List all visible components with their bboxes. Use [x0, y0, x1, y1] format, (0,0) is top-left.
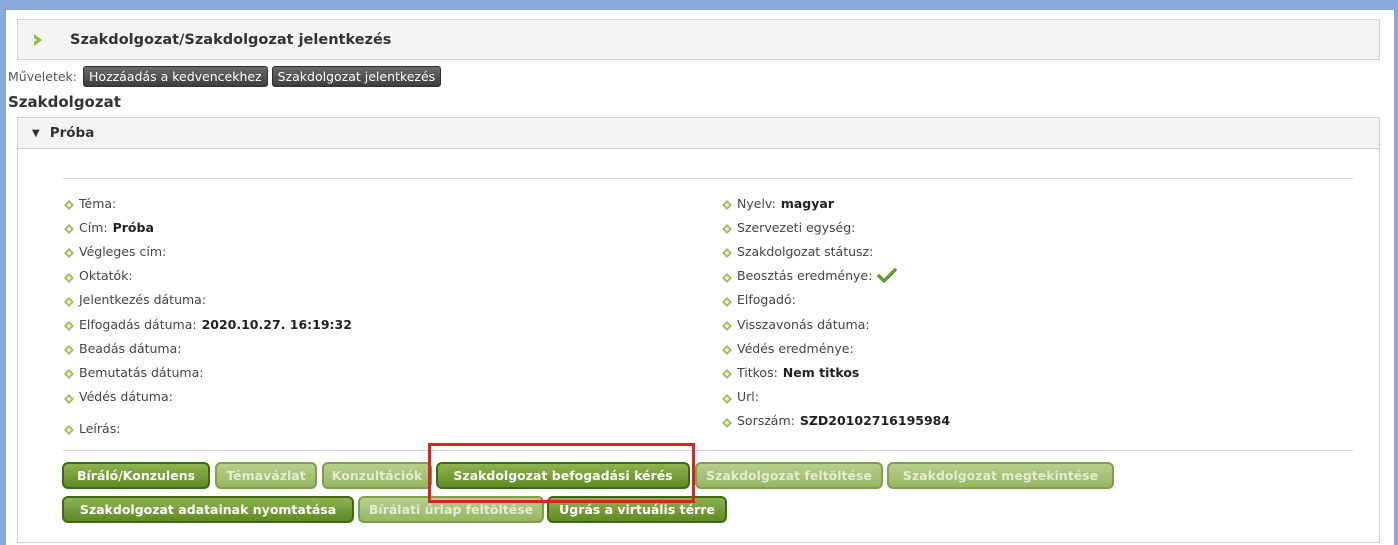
field-statusz: Szakdolgozat státusz:	[722, 239, 950, 263]
field-label: Elfogadás dátuma:	[79, 316, 197, 332]
field-label: Oktatók:	[79, 268, 133, 284]
field-beosztas-eredmenye: Beosztás eredménye:	[722, 264, 950, 288]
field-sorszam: Sorszám: SZD20102716195984	[722, 409, 950, 433]
right-field-list: Nyelv: magyar Szervezeti egység: Szakdolg…	[722, 191, 950, 433]
field-label: Elfogadó:	[737, 292, 796, 308]
divider	[63, 178, 1353, 179]
window-frame-left	[0, 0, 6, 545]
field-label: Cím:	[79, 219, 108, 235]
diamond-bullet-icon	[722, 271, 732, 283]
section-title: Szakdolgozat	[8, 93, 121, 111]
thesis-application-button[interactable]: Szakdolgozat jelentkezés	[271, 65, 442, 87]
print-thesis-data-button[interactable]: Szakdolgozat adatainak nyomtatása	[62, 496, 354, 523]
window-frame-right	[1394, 0, 1398, 545]
field-label: Védés dátuma:	[79, 389, 173, 405]
diamond-bullet-icon	[722, 319, 732, 332]
actions-toolbar: Műveletek: Hozzáadás a kedvencekhez Szak…	[8, 64, 445, 88]
window-frame-top	[0, 0, 1398, 10]
field-value: magyar	[780, 195, 834, 211]
field-elfogadas-datuma: Elfogadás dátuma: 2020.10.27. 16:19:32	[64, 312, 352, 336]
checkmark-icon	[877, 267, 898, 284]
field-label: Nyelv:	[737, 195, 776, 211]
field-szervezeti-egyseg: Szervezeti egység:	[722, 215, 950, 239]
field-elfogado: Elfogadó:	[722, 288, 950, 312]
panel-title: Próba	[49, 125, 95, 141]
diamond-bullet-icon	[64, 222, 74, 235]
field-value: 2020.10.27. 16:19:32	[201, 316, 352, 332]
diamond-bullet-icon	[722, 198, 732, 211]
highlight-annotation-box	[428, 443, 695, 503]
page-header: Szakdolgozat/Szakdolgozat jelentkezés	[17, 19, 1380, 60]
field-label: Titkos:	[737, 364, 778, 380]
field-label: Védés eredménye:	[737, 340, 854, 356]
field-vedes-eredmenye: Védés eredménye:	[722, 336, 950, 360]
field-visszavonas-datuma: Visszavonás dátuma:	[722, 312, 950, 336]
diamond-bullet-icon	[64, 392, 74, 404]
field-bemutatas-datuma: Bemutatás dátuma:	[64, 360, 352, 384]
diamond-bullet-icon	[64, 319, 74, 332]
field-url: Url:	[722, 385, 950, 409]
field-value: SZD20102716195984	[799, 413, 951, 429]
actions-label: Műveletek:	[8, 68, 78, 84]
reviewer-consultant-button[interactable]: Bíráló/Konzulens	[62, 462, 210, 489]
field-value: Próba	[112, 219, 154, 235]
diamond-bullet-icon	[64, 295, 74, 307]
topic-outline-button[interactable]: Témavázlat	[215, 462, 317, 489]
diamond-bullet-icon	[64, 246, 74, 259]
diamond-bullet-icon	[64, 423, 74, 436]
field-label: Szakdolgozat státusz:	[737, 243, 874, 259]
field-label: Bemutatás dátuma:	[79, 364, 204, 380]
field-tema: Téma:	[64, 191, 352, 215]
field-vegleges-cim: Végleges cím:	[64, 239, 352, 263]
field-label: Téma:	[79, 195, 117, 211]
consultations-button[interactable]: Konzultációk	[322, 462, 432, 489]
thesis-upload-button[interactable]: Szakdolgozat feltöltése	[695, 462, 883, 489]
field-label: Beosztás eredménye:	[737, 268, 873, 284]
field-label: Beadás dátuma:	[79, 340, 182, 356]
field-cim: Cím: Próba	[64, 215, 352, 239]
thesis-view-button[interactable]: Szakdolgozat megtekintése	[887, 462, 1114, 489]
diamond-bullet-icon	[722, 295, 732, 307]
diamond-bullet-icon	[722, 392, 732, 404]
diamond-bullet-icon	[64, 367, 74, 380]
diamond-bullet-icon	[722, 343, 732, 356]
field-label: Sorszám:	[737, 413, 795, 429]
field-label: Szervezeti egység:	[737, 219, 856, 235]
field-label: Url:	[737, 389, 759, 405]
field-label: Leírás:	[79, 420, 121, 436]
field-jelentkezes-datuma: Jelentkezés dátuma:	[64, 288, 352, 312]
field-titkos: Titkos: Nem titkos	[722, 360, 950, 384]
diamond-bullet-icon	[722, 246, 732, 259]
diamond-bullet-icon	[722, 367, 732, 380]
field-nyelv: Nyelv: magyar	[722, 191, 950, 215]
page-title: Szakdolgozat/Szakdolgozat jelentkezés	[70, 31, 392, 48]
left-field-list: Téma: Cím: Próba Végleges cím: Oktatók: J…	[64, 191, 352, 409]
field-value: Nem titkos	[782, 364, 860, 380]
collapse-triangle-icon[interactable]: ▼	[32, 128, 40, 139]
diamond-bullet-icon	[64, 343, 74, 356]
field-label: Végleges cím:	[79, 243, 167, 259]
diamond-bullet-icon	[64, 271, 74, 283]
chevron-right-icon	[32, 33, 62, 47]
diamond-bullet-icon	[722, 416, 732, 428]
divider	[63, 450, 1353, 451]
field-beadas-datuma: Beadás dátuma:	[64, 336, 352, 360]
diamond-bullet-icon	[722, 222, 732, 235]
field-vedes-datuma: Védés dátuma:	[64, 385, 352, 409]
add-to-favorites-button[interactable]: Hozzáadás a kedvencekhez	[83, 65, 268, 87]
panel-header[interactable]: ▼ Próba	[18, 118, 1379, 149]
diamond-bullet-icon	[64, 198, 74, 211]
field-label: Jelentkezés dátuma:	[79, 292, 207, 308]
field-label: Visszavonás dátuma:	[737, 316, 870, 332]
field-oktatok: Oktatók:	[64, 264, 352, 288]
field-leiras: Leírás:	[64, 416, 120, 440]
